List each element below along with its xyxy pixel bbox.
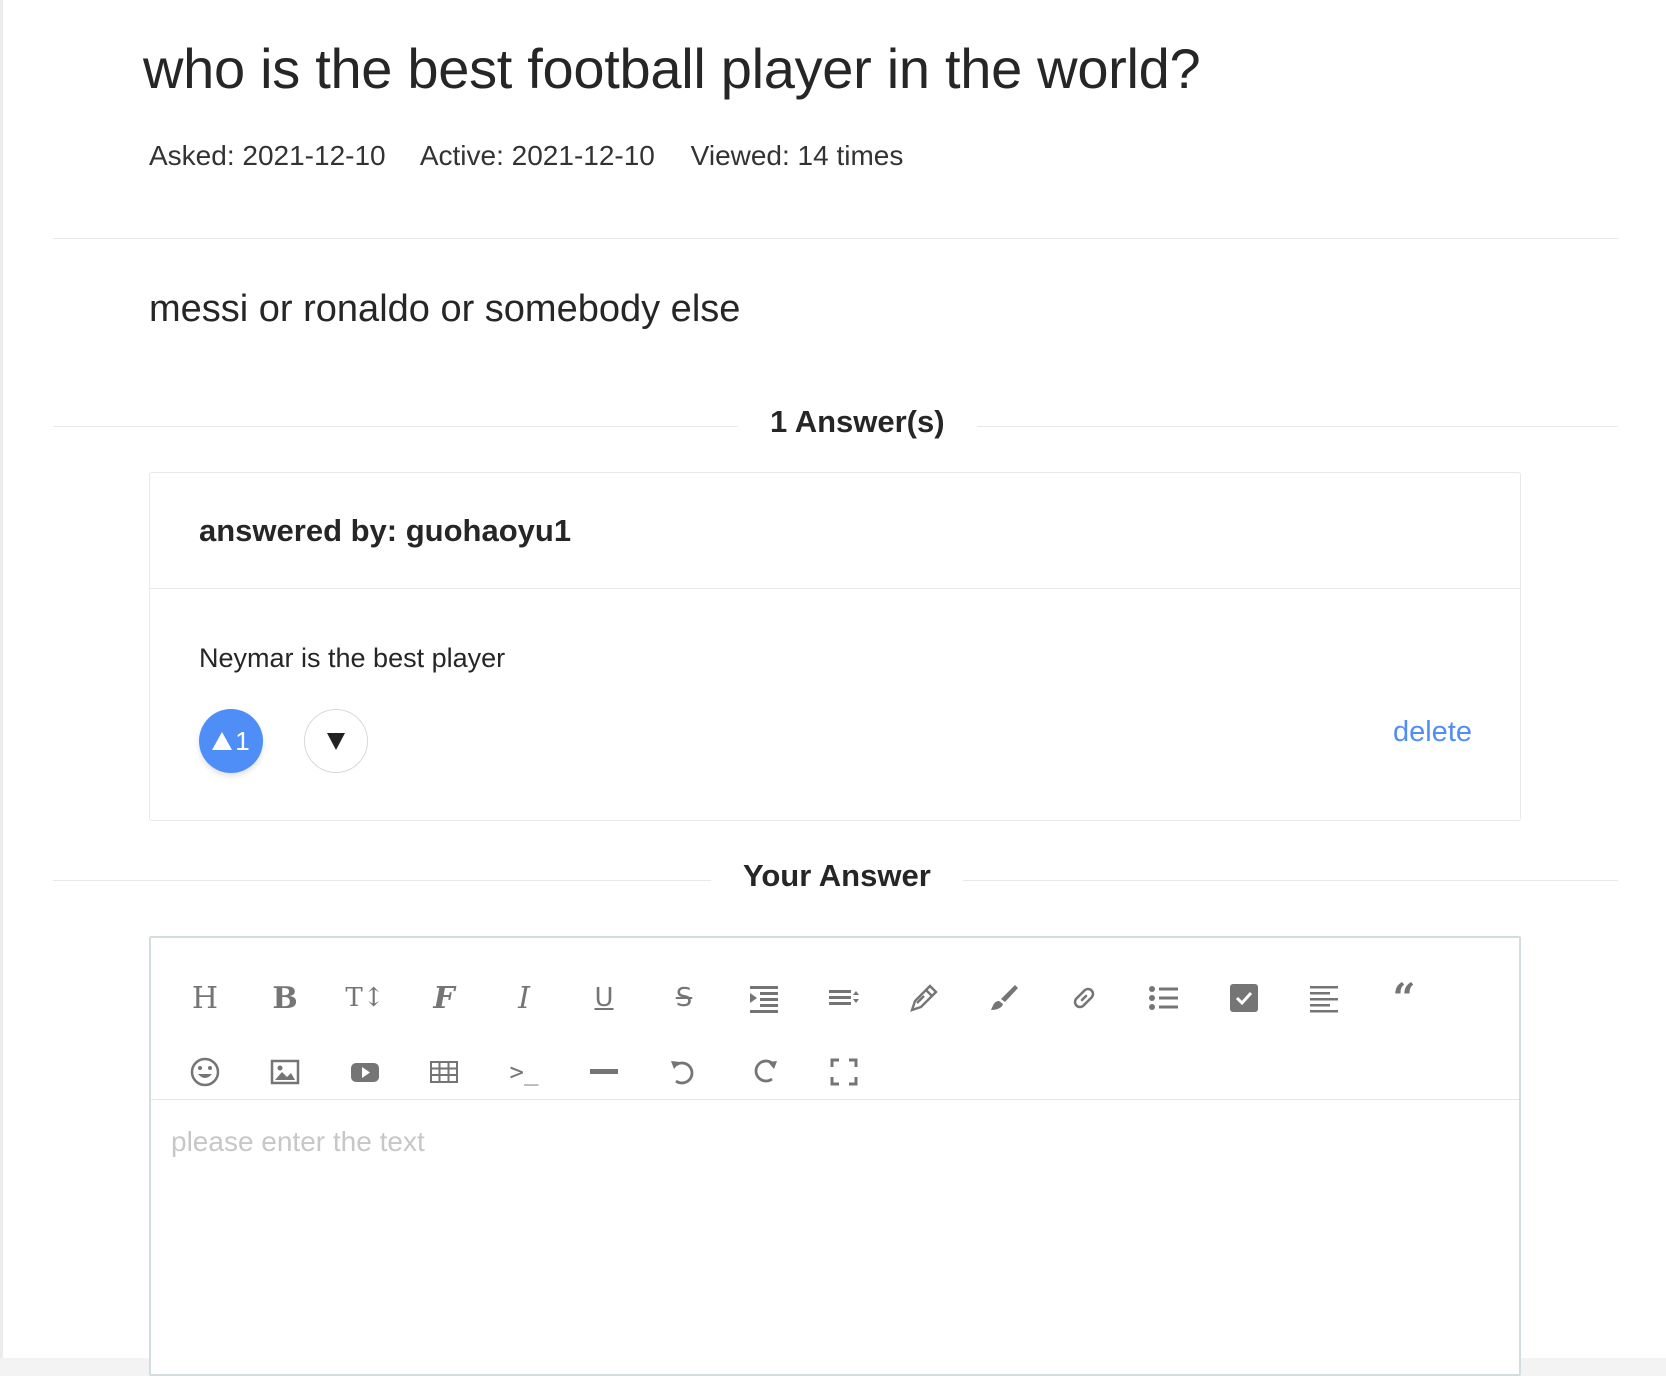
divider — [53, 238, 1618, 239]
brush-icon[interactable] — [984, 978, 1024, 1018]
list-icon[interactable] — [1144, 978, 1184, 1018]
view-count: Viewed: 14 times — [690, 140, 904, 171]
align-icon[interactable] — [1304, 978, 1344, 1018]
font-family-icon[interactable]: F — [424, 978, 464, 1018]
redo-icon[interactable] — [744, 1052, 784, 1092]
font-size-icon[interactable]: T↕ — [345, 978, 385, 1018]
question-meta: Asked: 2021-12-10 Active: 2021-12-10 Vie… — [149, 140, 931, 172]
undo-icon[interactable] — [664, 1052, 704, 1092]
pen-icon[interactable] — [904, 978, 944, 1018]
answers-count-heading: 1 Answer(s) — [738, 404, 977, 440]
line-height-icon[interactable] — [824, 978, 864, 1018]
editor-placeholder[interactable]: please enter the text — [171, 1126, 425, 1158]
answer-editor: H B T↕ F I U S “ >_ please enter the tex… — [149, 936, 1521, 1376]
video-icon[interactable] — [345, 1052, 385, 1092]
underline-icon[interactable]: U — [584, 978, 624, 1018]
strikethrough-icon[interactable]: S — [664, 978, 704, 1018]
quote-icon[interactable]: “ — [1384, 975, 1424, 1022]
triangle-down-icon — [327, 732, 345, 750]
question-page: who is the best football player in the w… — [0, 0, 1666, 1376]
downvote-button[interactable] — [304, 709, 368, 773]
link-icon[interactable] — [1064, 978, 1104, 1018]
code-icon[interactable]: >_ — [504, 1052, 544, 1092]
triangle-up-icon — [212, 732, 233, 750]
fullscreen-icon[interactable] — [824, 1052, 864, 1092]
heading-icon[interactable]: H — [185, 978, 225, 1018]
delete-answer-link[interactable]: delete — [1393, 716, 1472, 749]
question-body: messi or ronaldo or somebody else — [149, 288, 741, 330]
horizontal-rule-icon[interactable] — [584, 1052, 624, 1092]
italic-icon[interactable]: I — [504, 978, 544, 1018]
table-icon[interactable] — [424, 1052, 464, 1092]
checkbox-icon[interactable] — [1224, 978, 1264, 1018]
active-date: Active: 2021-12-10 — [419, 140, 655, 171]
answer-card: answered by: guohaoyu1 Neymar is the bes… — [149, 472, 1521, 821]
emoji-icon[interactable] — [185, 1052, 225, 1092]
asked-date: Asked: 2021-12-10 — [149, 140, 386, 171]
upvote-button[interactable]: 1 — [199, 709, 263, 773]
question-title: who is the best football player in the w… — [143, 37, 1201, 100]
answer-text: Neymar is the best player — [199, 643, 506, 673]
upvote-count: 1 — [235, 725, 250, 756]
your-answer-heading: Your Answer — [711, 858, 963, 894]
answer-author: answered by: guohaoyu1 — [150, 473, 1520, 589]
indent-icon[interactable] — [744, 978, 784, 1018]
editor-toolbar: H B T↕ F I U S “ >_ — [151, 938, 1519, 1100]
bold-icon[interactable]: B — [265, 978, 305, 1018]
image-icon[interactable] — [265, 1052, 305, 1092]
